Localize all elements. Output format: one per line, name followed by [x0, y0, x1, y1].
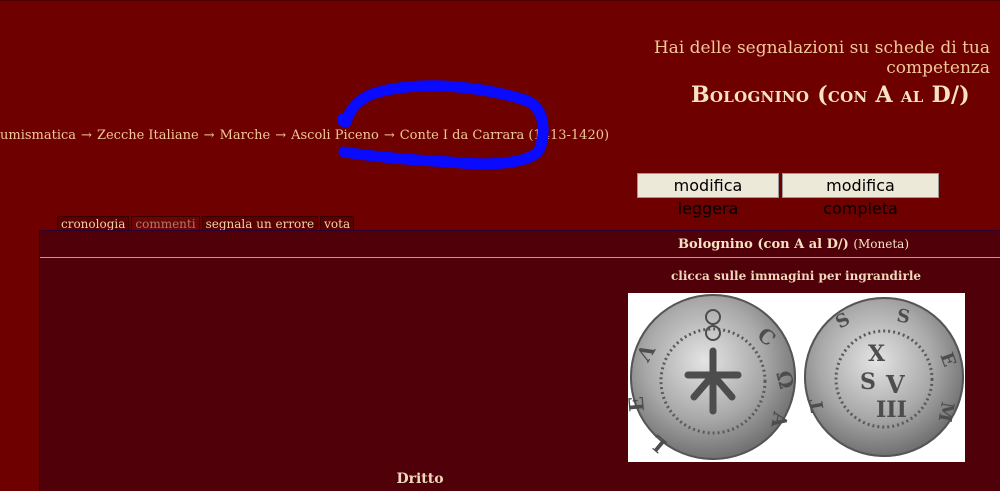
obverse-label: Dritto: [396, 471, 444, 487]
alerts-notice-link[interactable]: Hai delle segnalazioni su schede di tua …: [560, 38, 990, 78]
coin-image[interactable]: Λ E C Ω A L X S V III S S E M T: [624, 293, 965, 462]
panel-title: Bolognino (con A al D/) (Moneta): [678, 237, 909, 252]
breadcrumb-separator: →: [203, 128, 215, 143]
svg-text:III: III: [876, 397, 907, 423]
top-border: [0, 0, 1000, 1]
breadcrumb-separator: →: [81, 128, 92, 143]
panel-header: Bolognino (con A al D/) (Moneta): [40, 231, 1000, 258]
svg-text:V: V: [885, 370, 905, 399]
breadcrumb: umismatica → Zecche Italiane → Marche → Ascoli…: [0, 128, 609, 143]
breadcrumb-separator: →: [275, 128, 287, 143]
panel-title-type: (Moneta): [853, 237, 909, 251]
breadcrumb-item-zecche-italiane[interactable]: Zecche Italiane: [97, 128, 199, 143]
breadcrumb-item-marche[interactable]: Marche: [220, 128, 271, 143]
breadcrumb-item-conte[interactable]: Conte I da Carrara (1413-1420): [400, 128, 609, 143]
breadcrumb-separator: →: [383, 128, 395, 143]
breadcrumb-item-ascoli-piceno[interactable]: Ascoli Piceno: [291, 128, 379, 143]
svg-text:E: E: [628, 395, 649, 412]
coin-detail-panel: Bolognino (con A al D/) (Moneta) clicca …: [39, 230, 1000, 491]
svg-text:M: M: [934, 400, 958, 423]
enlarge-hint: clicca sulle immagini per ingrandirle: [670, 269, 922, 283]
panel-title-text: Bolognino (con A al D/): [677, 237, 849, 252]
light-edit-button[interactable]: modifica leggera: [637, 173, 779, 218]
page-title: Bolognino (con A al D/): [690, 82, 970, 108]
svg-text:X: X: [868, 341, 886, 367]
coin-photo-icon: Λ E C Ω A L X S V III S S E M T: [624, 294, 964, 460]
breadcrumb-item-numismatica[interactable]: umismatica: [0, 128, 76, 143]
svg-text:S: S: [860, 369, 876, 395]
blue-highlight-annotation: [337, 80, 549, 170]
full-edit-button[interactable]: modifica completa: [782, 173, 939, 218]
